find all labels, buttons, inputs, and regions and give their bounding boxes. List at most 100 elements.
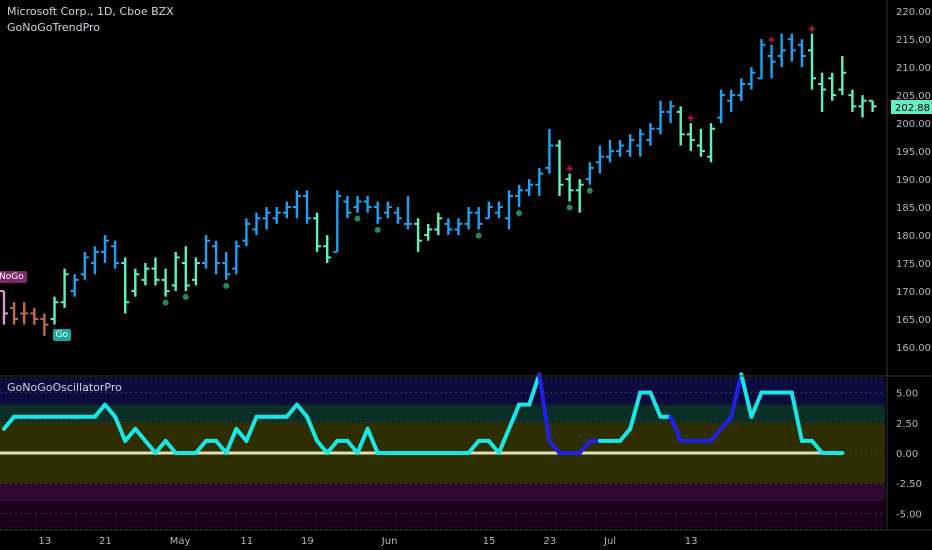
price-tick-label: 185.00 <box>896 203 931 214</box>
time-tick-label: Jun <box>381 536 398 547</box>
ohlc-bar <box>767 44 776 79</box>
last-price-label: 202.88 <box>895 103 930 114</box>
ohlc-bar <box>222 251 231 280</box>
ohlc-bar <box>171 251 180 292</box>
ohlc-bar <box>343 195 352 219</box>
reload-dot <box>162 299 169 306</box>
ohlc-bar <box>797 39 806 68</box>
ohlc-bar <box>868 99 877 112</box>
ohlc-bar <box>696 128 705 157</box>
ohlc-bar <box>111 240 120 269</box>
ohlc-bar <box>666 100 675 124</box>
ohlc-bar <box>717 89 726 124</box>
ohlc-bar <box>727 89 736 112</box>
ohlc-bar <box>252 212 261 236</box>
ohlc-bar <box>838 55 847 96</box>
ohlc-bar <box>757 39 766 80</box>
ohlc-bar <box>262 207 271 230</box>
ohlc-bar <box>434 212 443 236</box>
ohlc-bar <box>393 207 402 224</box>
ohlc-bar <box>464 207 473 230</box>
price-tick-label: 180.00 <box>896 231 931 242</box>
symbol-title: Microsoft Corp., 1D, Cboe BZX <box>7 5 174 18</box>
ohlc-bar <box>80 251 89 280</box>
ohlc-bar <box>646 123 655 146</box>
ohlc-bar <box>616 139 625 157</box>
ohlc-bar <box>858 95 867 118</box>
oscillator-band <box>0 453 885 484</box>
ohlc-bar <box>242 218 251 247</box>
ohlc-bar <box>505 190 513 230</box>
oscillator-tick-label: 0.00 <box>896 449 918 460</box>
price-tick-label: 190.00 <box>896 175 931 186</box>
oscillator-tick-label: 5.00 <box>896 389 918 400</box>
ohlc-bar <box>282 201 291 219</box>
ohlc-bar <box>454 218 463 236</box>
ohlc-bar <box>555 139 564 196</box>
ohlc-bar <box>191 257 200 286</box>
price-tick-label: 220.00 <box>896 7 931 18</box>
nogo-badge: NoGo <box>0 271 27 284</box>
ohlc-bar <box>515 184 524 208</box>
ohlc-bar <box>626 134 635 157</box>
reload-dot <box>354 215 361 222</box>
time-tick-label: 11 <box>240 536 253 547</box>
ohlc-bar <box>585 162 594 185</box>
ohlc-bar <box>777 33 786 68</box>
ohlc-bar <box>535 167 544 196</box>
price-tick-label: 215.00 <box>896 35 931 46</box>
ohlc-bar <box>737 78 746 101</box>
reload-dot <box>374 226 381 233</box>
ohlc-bar <box>303 190 311 224</box>
ohlc-bar <box>828 72 837 101</box>
price-tick-label: 200.00 <box>896 119 931 130</box>
price-tick-label: 165.00 <box>896 315 931 326</box>
ohlc-bar <box>90 246 99 275</box>
price-tick-label: 195.00 <box>896 147 931 158</box>
chart-canvas[interactable]: 220.00215.00210.00205.00200.00195.00190.… <box>0 0 932 550</box>
reload-dot <box>475 232 482 239</box>
ohlc-bar <box>141 263 150 286</box>
ohlc-bar <box>383 201 392 219</box>
ohlc-bar <box>525 179 534 196</box>
exhaustion-cross <box>768 36 775 43</box>
exhaustion-cross <box>687 115 694 122</box>
ohlc-bar <box>202 235 210 269</box>
ohlc-bar <box>232 240 241 275</box>
time-tick-label: Jul <box>603 536 616 547</box>
ohlc-bar <box>414 218 423 252</box>
ohlc-bar <box>787 33 796 62</box>
ohlc-bar <box>30 307 39 325</box>
oscillator-band <box>0 501 885 528</box>
ohlc-bar <box>494 201 503 219</box>
ohlc-bar <box>818 72 827 112</box>
ohlc-bar <box>424 223 433 241</box>
ohlc-bar <box>606 139 614 163</box>
oscillator-tick-label: 2.50 <box>896 419 918 430</box>
exhaustion-cross <box>566 165 573 172</box>
oscillator-tick-label: -5.00 <box>896 509 922 520</box>
ohlc-bar <box>313 212 322 252</box>
price-tick-label: 170.00 <box>896 287 931 298</box>
ohlc-bar <box>404 195 412 230</box>
exhaustion-cross <box>809 25 815 32</box>
ohlc-bar <box>363 195 372 213</box>
reload-dot <box>223 282 230 289</box>
ohlc-bar <box>747 67 756 90</box>
go-badge: Go <box>52 328 71 341</box>
ohlc-bar <box>575 179 584 213</box>
time-tick-label: 23 <box>543 536 556 547</box>
ohlc-bar <box>151 257 160 286</box>
time-tick-label: 19 <box>301 536 314 547</box>
ohlc-bar <box>484 201 493 220</box>
ohlc-bar <box>0 290 8 325</box>
time-tick-label: 15 <box>483 536 496 547</box>
reload-dot <box>516 210 523 217</box>
ohlc-bar <box>272 207 281 224</box>
time-tick-label: 13 <box>38 536 51 547</box>
ohlc-bar <box>333 190 342 253</box>
ohlc-bar <box>70 274 79 297</box>
ohlc-bar <box>101 235 109 264</box>
oscillator-band <box>0 422 885 453</box>
reload-dot <box>586 187 593 194</box>
